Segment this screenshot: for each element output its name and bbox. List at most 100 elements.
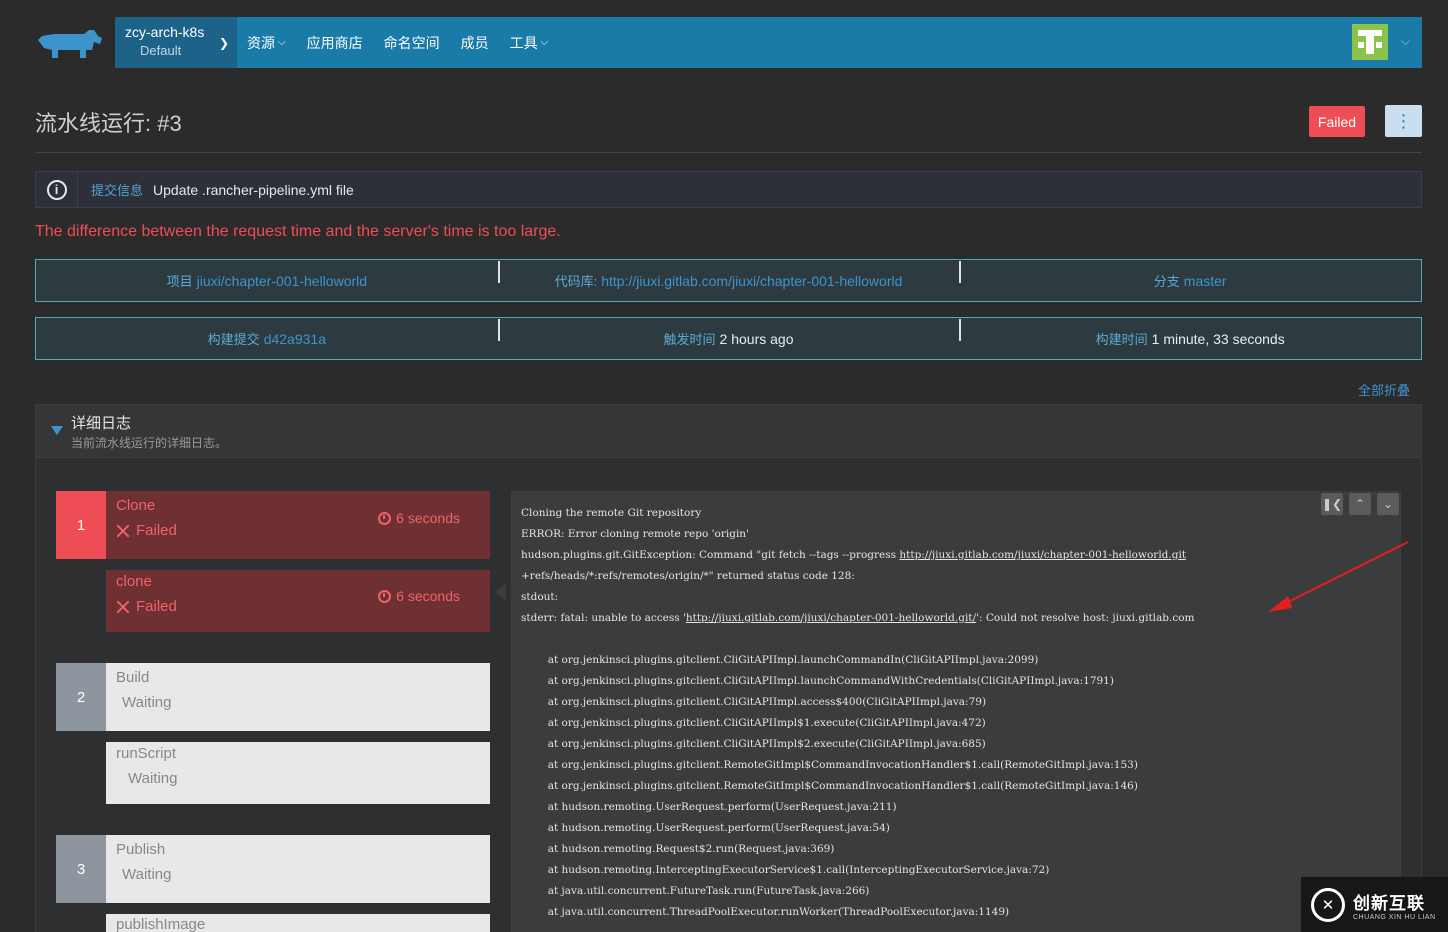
clock-icon — [378, 589, 392, 603]
watermark: ✕ 创新互联 CHUANG XIN HU LIAN — [1301, 877, 1448, 932]
branch-link[interactable]: master — [1184, 273, 1227, 289]
step-name: runScript — [116, 745, 177, 762]
nav-item-tools[interactable]: 工具 ⌵ — [510, 33, 549, 53]
repo-label: 代码库: — [554, 274, 598, 289]
watermark-en: CHUANG XIN HU LIAN — [1353, 913, 1436, 921]
stage-number: 2 — [56, 663, 106, 731]
kebab-menu-icon: ⋮ — [1394, 110, 1413, 131]
log-line: stderr: fatal: unable to access 'http://… — [521, 612, 1195, 624]
step-runscript[interactable]: runScript Waiting — [106, 742, 490, 804]
log-line: at hudson.remoting.Request$2.run(Request… — [521, 843, 835, 855]
top-nav-bar: zcy-arch-k8s Default ❯ 资源 ⌵ 应用商店 命名空间 成员 … — [115, 17, 1422, 68]
main-nav: 资源 ⌵ 应用商店 命名空间 成员 工具 ⌵ — [247, 33, 569, 53]
cluster-switcher[interactable]: zcy-arch-k8s Default ❯ — [115, 17, 237, 68]
chevron-down-icon[interactable]: ⌵ — [1401, 34, 1410, 49]
stage-name: Publish — [116, 841, 166, 858]
step-duration: 6 seconds — [396, 588, 460, 604]
log-line: at org.jenkinsci.plugins.gitclient.CliGi… — [521, 675, 1114, 687]
more-actions-button[interactable]: ⋮ — [1385, 105, 1422, 137]
trigger-time-label: 触发时间 — [663, 332, 716, 347]
commit-message: Update .rancher-pipeline.yml file — [153, 181, 354, 198]
build-duration-value: 1 minute, 33 seconds — [1151, 330, 1285, 347]
stage-number: 1 — [56, 491, 106, 559]
stage-number: 3 — [56, 835, 106, 903]
log-line: at org.jenkinsci.plugins.gitclient.Remot… — [521, 780, 1138, 792]
stage-duration: 6 seconds — [396, 510, 460, 526]
commit-info-banner: i 提交信息 Update .rancher-pipeline.yml file — [35, 171, 1422, 208]
nav-item-resources[interactable]: 资源 ⌵ — [247, 33, 286, 53]
stage-name: Build — [116, 669, 150, 686]
caret-down-icon — [51, 426, 63, 435]
log-panel-title: 详细日志 — [71, 415, 132, 432]
divider — [35, 152, 1422, 153]
build-duration-label: 构建时间 — [1095, 332, 1148, 347]
stage-status: Waiting — [122, 694, 172, 711]
scroll-down-button[interactable]: ⌄ — [1377, 493, 1399, 515]
scroll-up-button[interactable]: ⌃ — [1349, 493, 1371, 515]
log-line: +refs/heads/*:refs/remotes/origin/*" ret… — [521, 570, 855, 582]
collapse-all-link[interactable]: 全部折叠 — [1358, 380, 1410, 399]
log-panel-subtitle: 当前流水线运行的详细日志。 — [71, 436, 228, 450]
commit-message-label: 提交信息 — [91, 183, 144, 198]
stage-status: Waiting — [122, 866, 172, 883]
chevron-down-icon: ⌵ — [540, 37, 549, 48]
close-icon — [116, 524, 130, 538]
log-line: Cloning the remote Git repository — [521, 507, 702, 519]
log-line: stdout: — [521, 591, 559, 603]
log-line: at org.jenkinsci.plugins.gitclient.Remot… — [521, 759, 1138, 771]
log-line: at java.util.concurrent.FutureTask.run(F… — [521, 885, 870, 897]
project-link[interactable]: jiuxi/chapter-001-helloworld — [197, 273, 367, 289]
log-line: hudson.plugins.git.GitException: Command… — [521, 549, 1187, 561]
step-status: Failed — [136, 598, 177, 615]
annotation-arrow — [1268, 541, 1409, 612]
stage-build[interactable]: 2 Build Waiting — [56, 663, 490, 731]
close-icon — [116, 600, 130, 614]
nav-item-members[interactable]: 成员 — [461, 33, 489, 53]
log-line: at org.jenkinsci.plugins.gitclient.CliGi… — [521, 738, 986, 750]
selected-step-pointer — [494, 584, 506, 600]
status-badge: Failed — [1309, 106, 1365, 137]
info-icon: i — [46, 179, 67, 200]
chevron-down-icon: ❯ — [218, 36, 229, 50]
chevron-down-icon: ⌄ — [1382, 497, 1394, 511]
branch-label: 分支 — [1153, 274, 1180, 289]
log-line: at org.jenkinsci.plugins.gitclient.CliGi… — [521, 717, 986, 729]
repo-url-link[interactable]: http://jiuxi.gitlab.com/jiuxi/chapter-00… — [686, 612, 976, 624]
user-avatar[interactable] — [1352, 24, 1388, 60]
step-publishimage[interactable]: publishImage — [106, 914, 490, 932]
nav-item-app-store[interactable]: 应用商店 — [307, 33, 363, 53]
log-panel-header[interactable]: 详细日志 当前流水线运行的详细日志。 — [35, 404, 1422, 458]
step-clone[interactable]: clone Failed 6 seconds — [106, 570, 490, 632]
scroll-to-top-button[interactable]: ❚❮ — [1321, 493, 1343, 515]
chevron-down-icon: ⌵ — [278, 37, 286, 48]
rancher-logo[interactable] — [34, 26, 104, 62]
identicon-icon — [1352, 24, 1388, 60]
log-line: at org.jenkinsci.plugins.gitclient.CliGi… — [521, 654, 1039, 666]
nav-item-namespaces[interactable]: 命名空间 — [384, 33, 440, 53]
step-status: Waiting — [128, 770, 178, 787]
project-label: 项目 — [166, 274, 193, 289]
log-line: at hudson.remoting.InterceptingExecutorS… — [521, 864, 1050, 876]
stage-status: Failed — [136, 522, 177, 539]
log-line: at java.util.concurrent.ThreadPoolExecut… — [521, 906, 1010, 918]
watermark-cn: 创新互联 — [1353, 893, 1425, 913]
chevron-up-icon: ⌃ — [1354, 497, 1366, 511]
step-name: publishImage — [116, 916, 206, 932]
skip-to-start-icon: ❚❮ — [1321, 497, 1343, 511]
stage-publish[interactable]: 3 Publish Waiting — [56, 835, 490, 903]
clock-icon — [378, 511, 392, 525]
repo-url-link[interactable]: http://jiuxi.gitlab.com/jiuxi/chapter-00… — [899, 549, 1186, 561]
build-commit-link[interactable]: d42a931a — [264, 331, 326, 347]
log-line: ERROR: Error cloning remote repo 'origin… — [521, 528, 749, 540]
repo-link[interactable]: http://jiuxi.gitlab.com/jiuxi/chapter-00… — [601, 273, 902, 289]
build-commit-label: 构建提交 — [207, 332, 260, 347]
log-line: at org.jenkinsci.plugins.gitclient.CliGi… — [521, 696, 987, 708]
pipeline-source-info: 项目 jiuxi/chapter-001-helloworld 代码库: htt… — [35, 259, 1422, 302]
stage-clone[interactable]: 1 Clone Failed 6 seconds — [56, 491, 490, 559]
page-title: 流水线运行: #3 — [35, 111, 182, 136]
log-line: at hudson.remoting.UserRequest.perform(U… — [521, 801, 897, 813]
build-info: 构建提交 d42a931a 触发时间 2 hours ago 构建时间 1 mi… — [35, 317, 1422, 360]
log-line: at hudson.remoting.UserRequest.perform(U… — [521, 822, 890, 834]
trigger-time-value: 2 hours ago — [719, 330, 794, 347]
